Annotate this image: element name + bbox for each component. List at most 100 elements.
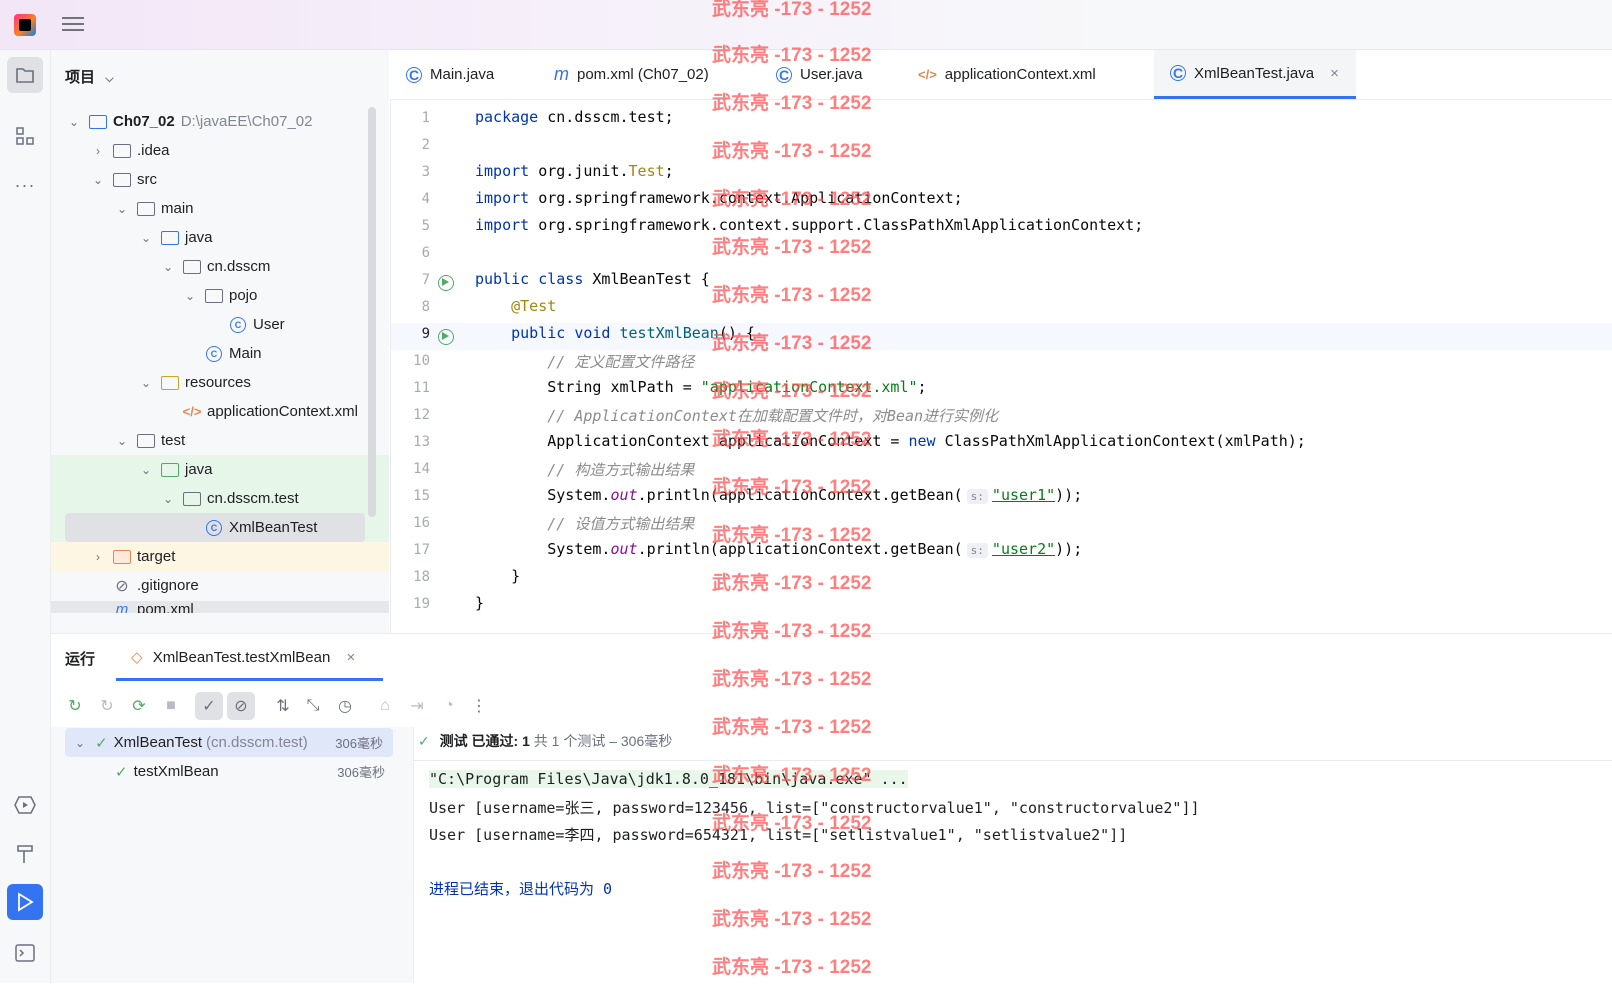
chevron-down-icon[interactable]: ⌄	[161, 492, 175, 506]
package-icon	[183, 259, 201, 275]
rerun-icon[interactable]: ↻	[61, 692, 89, 720]
chevron-down-icon[interactable]: ⌄	[139, 463, 153, 477]
line-number: 17	[413, 542, 430, 558]
tree-item-user[interactable]: C User	[51, 310, 389, 339]
code-line-17: System.out.println(applicationContext.ge…	[475, 540, 1083, 558]
line-number: 8	[421, 299, 430, 315]
run-icon[interactable]	[7, 884, 43, 920]
tree-item-gitignore[interactable]: ⊘ .gitignore	[51, 571, 389, 600]
tab-pom-xml[interactable]: m pom.xml (Ch07_02)	[554, 50, 709, 99]
coverage-icon[interactable]: ◔	[435, 692, 463, 720]
tab-appcontext-xml[interactable]: </> applicationContext.xml	[918, 50, 1096, 99]
line-number: 16	[413, 515, 430, 531]
test-method-row[interactable]: ✓ testXmlBean 306毫秒	[115, 757, 385, 786]
test-results-tree: ⌄ ✓ XmlBeanTest (cn.dsscm.test) 306毫秒 ✓ …	[51, 727, 414, 983]
import-icon[interactable]: ⇥	[403, 692, 431, 720]
history-icon[interactable]: ◷	[331, 692, 359, 720]
tree-item-pojo[interactable]: ⌄ pojo	[51, 281, 389, 310]
tree-item-pom-xml[interactable]: m pom.xml	[51, 601, 389, 613]
tree-item-xmlbeantest[interactable]: C XmlBeanTest	[65, 513, 365, 542]
show-ignored-icon[interactable]: ⊘	[227, 692, 255, 720]
tree-item-label: .gitignore	[137, 577, 199, 594]
sort-icon[interactable]: ⇅	[269, 692, 297, 720]
services-icon[interactable]	[7, 787, 43, 823]
chevron-down-icon[interactable]: ⌄	[75, 736, 85, 750]
line-number: 12	[413, 407, 430, 423]
chevron-right-icon[interactable]: ›	[91, 550, 105, 564]
line-number: 19	[413, 596, 430, 612]
camera-icon[interactable]: ⌂	[371, 692, 399, 720]
tree-item-resources[interactable]: ⌄ resources	[51, 368, 389, 397]
console-line: 进程已结束，退出代码为 0	[429, 880, 613, 898]
tab-user-java[interactable]: C User.java	[776, 50, 863, 99]
tree-item-cn-dsscm-test[interactable]: ⌄ cn.dsscm.test	[51, 484, 389, 513]
tree-item-main-class[interactable]: C Main	[51, 339, 389, 368]
tree-item-src[interactable]: ⌄ src	[51, 165, 389, 194]
line-number: 3	[421, 164, 430, 180]
intellij-logo-icon[interactable]	[14, 14, 36, 36]
tree-item-main[interactable]: ⌄ main	[51, 194, 389, 223]
test-suite-row[interactable]: ⌄ ✓ XmlBeanTest (cn.dsscm.test) 306毫秒	[65, 728, 393, 757]
collapse-icon[interactable]: ⤡	[299, 692, 327, 720]
line-number: 14	[413, 461, 430, 477]
tree-item-cn-dsscm[interactable]: ⌄ cn.dsscm	[51, 252, 389, 281]
line-number: 10	[413, 353, 430, 369]
console-line: "C:\Program Files\Java\jdk1.8.0_181\bin\…	[429, 770, 908, 788]
tree-item-test[interactable]: ⌄ test	[51, 426, 389, 455]
terminal-icon[interactable]	[7, 935, 43, 971]
tab-main-java[interactable]: C Main.java	[406, 50, 494, 99]
tree-item-project-root[interactable]: ⌄ Ch07_02 D:\javaEE\Ch07_02	[51, 107, 389, 136]
close-icon[interactable]: ×	[1330, 65, 1339, 82]
line-number: 11	[413, 380, 430, 396]
toggle-auto-test-icon[interactable]: ⟳	[125, 692, 153, 720]
chevron-down-icon[interactable]: ⌄	[139, 231, 153, 245]
maven-icon: m	[115, 601, 129, 613]
tab-label: Main.java	[430, 66, 495, 83]
more-tools-icon[interactable]: ···	[7, 167, 43, 203]
chevron-down-icon[interactable]: ⌄	[67, 115, 81, 129]
tree-item-main-java[interactable]: ⌄ java	[51, 223, 389, 252]
show-passed-icon[interactable]: ✓	[195, 692, 223, 720]
chevron-down-icon[interactable]: ⌄	[115, 202, 129, 216]
run-test-method-icon[interactable]	[438, 329, 454, 345]
line-number: 18	[413, 569, 430, 585]
project-folder-icon[interactable]	[7, 57, 43, 93]
tree-item-appcontext-xml[interactable]: </> applicationContext.xml	[51, 397, 389, 426]
project-panel-title[interactable]: 项目 ⌵	[65, 66, 114, 87]
line-number: 15	[413, 488, 430, 504]
code-line-10: // 定义配置文件路径	[475, 353, 695, 371]
code-line-18: }	[475, 567, 521, 585]
structure-icon[interactable]	[7, 118, 43, 154]
chevron-down-icon[interactable]: ⌄	[183, 289, 197, 303]
test-suite-name: XmlBeanTest	[113, 734, 203, 751]
run-toolbar: ↻ ↻ ⟳ ■ ✓ ⊘ ⇅ ⤡ ◷ ⌂ ⇥ ◔ ⋮	[51, 688, 1612, 724]
title-bar	[0, 0, 1612, 50]
chevron-down-icon[interactable]: ⌄	[161, 260, 175, 274]
test-suite-package: (cn.dsscm.test)	[206, 734, 308, 751]
tab-xmlbeantest-java[interactable]: C XmlBeanTest.java ×	[1154, 50, 1356, 99]
line-number: 5	[421, 218, 430, 234]
run-test-class-icon[interactable]	[438, 275, 454, 291]
more-options-icon[interactable]: ⋮	[465, 692, 493, 720]
close-icon[interactable]: ×	[346, 649, 355, 666]
chevron-right-icon[interactable]: ›	[91, 144, 105, 158]
tree-item-label: java	[185, 229, 213, 246]
ignore-file-icon: ⊘	[115, 577, 129, 595]
run-tab[interactable]: ◇ XmlBeanTest.testXmlBean ×	[131, 648, 355, 666]
main-menu-icon[interactable]	[62, 14, 84, 34]
chevron-down-icon[interactable]: ⌄	[115, 434, 129, 448]
maven-icon: m	[554, 64, 569, 84]
code-line-8: @Test	[475, 297, 557, 315]
chevron-down-icon[interactable]: ⌄	[91, 173, 105, 187]
folder-icon	[113, 172, 131, 188]
chevron-down-icon[interactable]: ⌄	[139, 376, 153, 390]
tree-item-target[interactable]: › target	[51, 542, 389, 571]
rerun-failed-icon[interactable]: ↻	[93, 692, 121, 720]
stop-icon[interactable]: ■	[157, 692, 185, 720]
tree-item-idea[interactable]: › .idea	[51, 136, 389, 165]
chevron-down-icon[interactable]: ⌵	[105, 73, 113, 85]
folder-icon	[137, 433, 155, 449]
project-scrollbar[interactable]	[368, 107, 376, 517]
build-hammer-icon[interactable]	[7, 836, 43, 872]
tree-item-test-java[interactable]: ⌄ java	[51, 455, 389, 484]
